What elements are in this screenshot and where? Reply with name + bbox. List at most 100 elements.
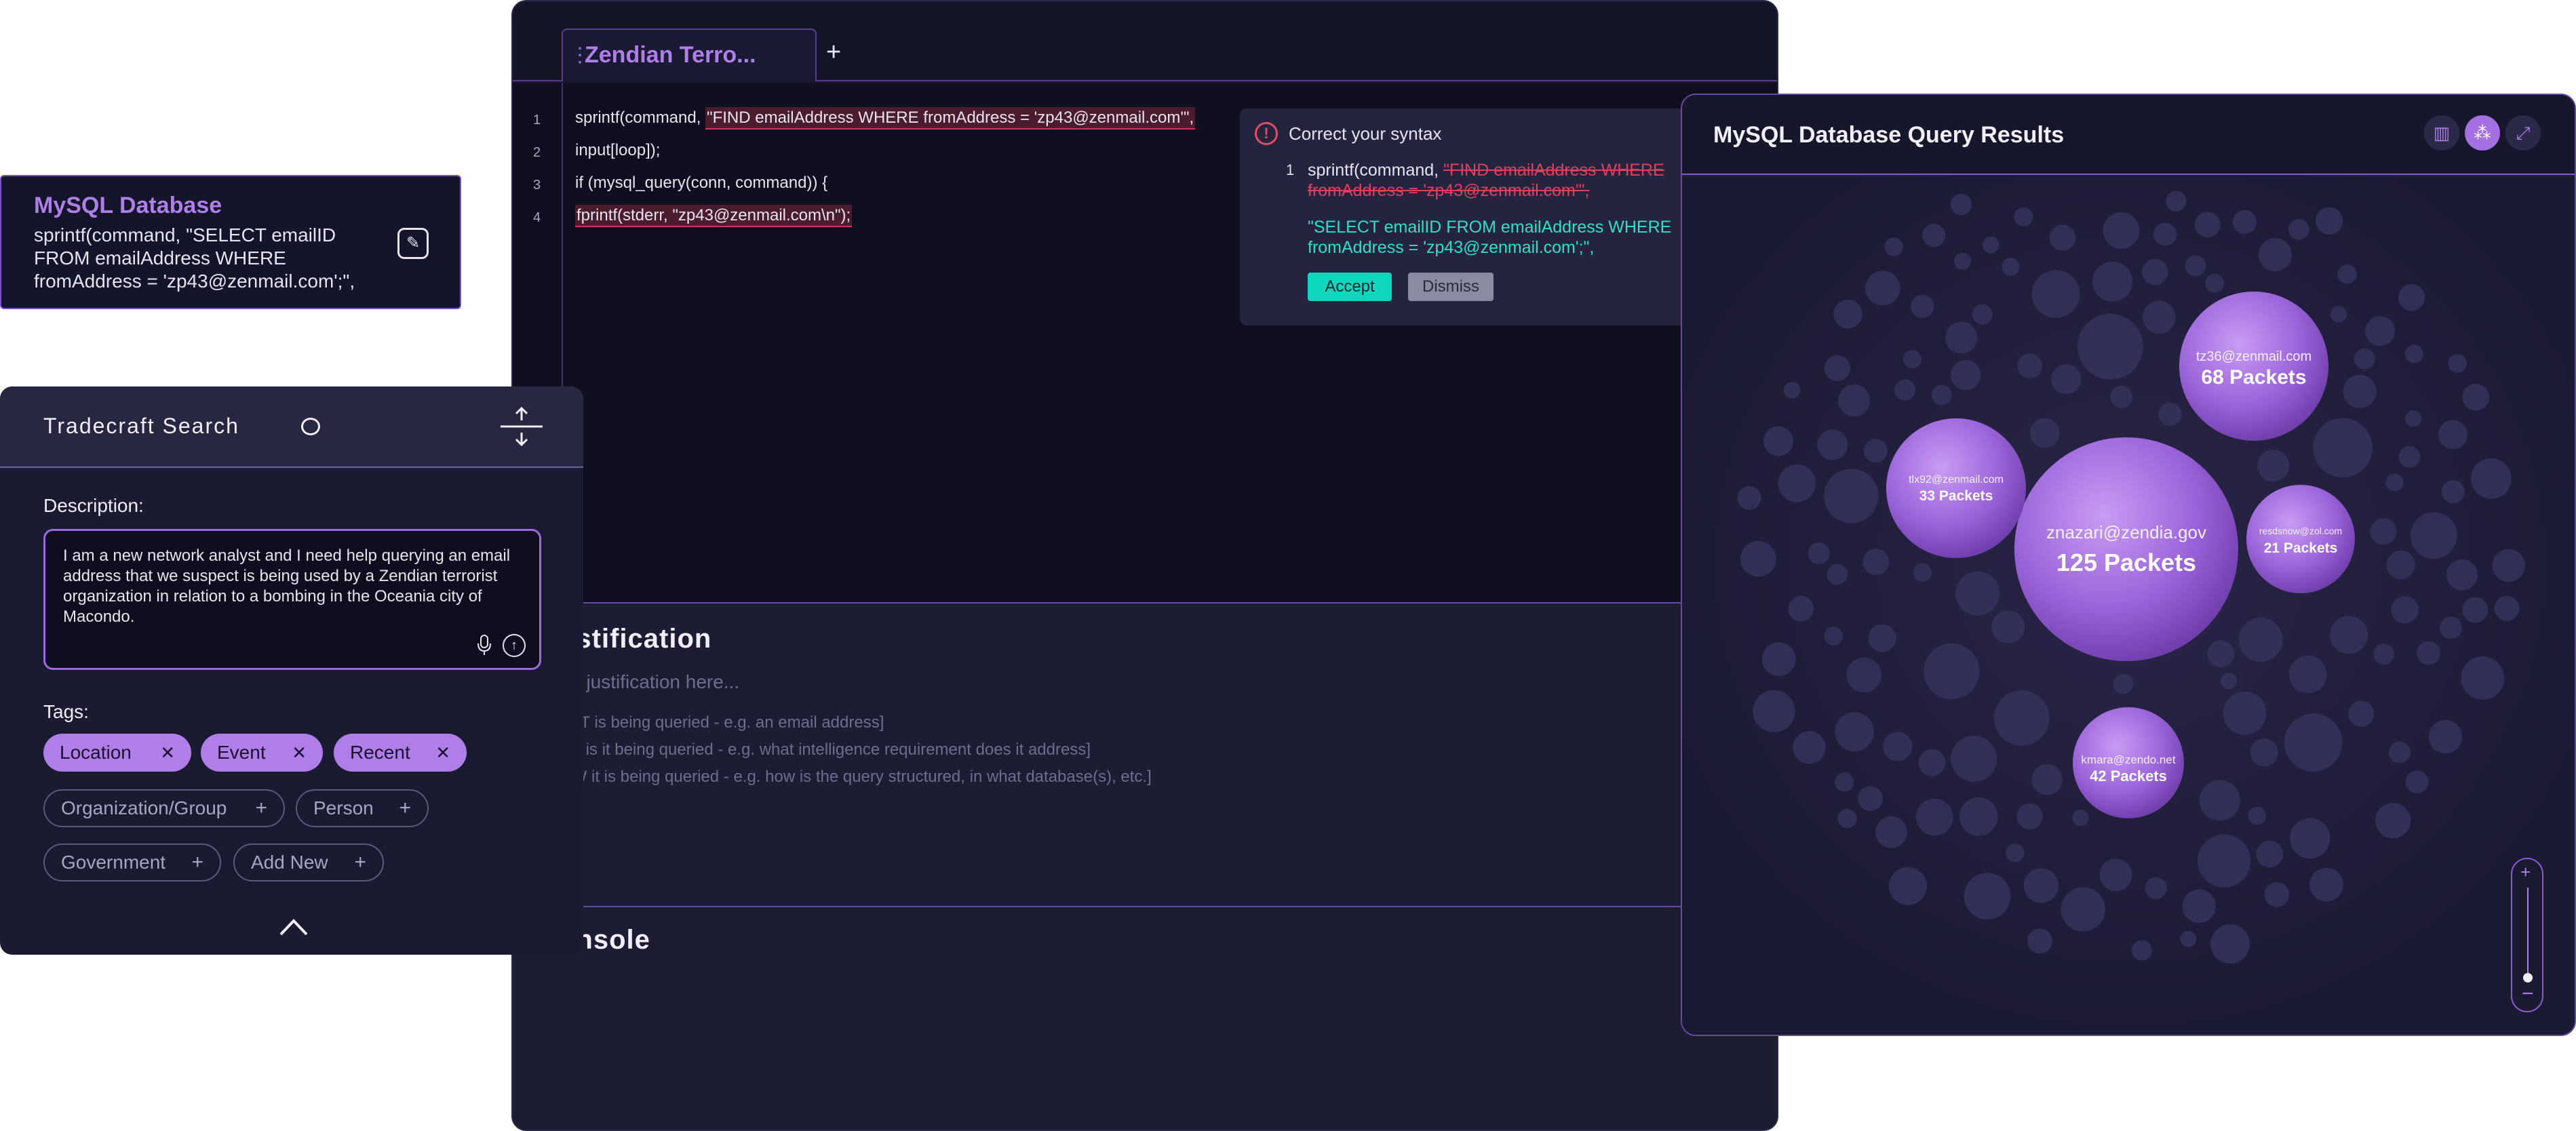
- background-bubble: [2023, 868, 2059, 903]
- collapse-icon[interactable]: [501, 407, 543, 446]
- chevron-up-icon[interactable]: [278, 917, 309, 937]
- background-bubble: [2185, 255, 2206, 277]
- background-bubble: [1884, 237, 1903, 256]
- remove-tag-icon[interactable]: ✕: [435, 734, 450, 772]
- background-bubble: [2348, 700, 2375, 727]
- background-bubble: [2448, 354, 2467, 373]
- background-bubble: [1778, 464, 1816, 502]
- bubble-packets: 68 Packets: [2201, 366, 2306, 389]
- background-bubble: [2031, 270, 2080, 319]
- bubble-kmara[interactable]: kmara@zendo.net 42 Packets: [2073, 707, 2184, 818]
- background-bubble: [2398, 284, 2425, 311]
- background-bubble: [2027, 928, 2052, 954]
- tag-label: Government: [61, 852, 166, 873]
- background-bubble: [2256, 840, 2284, 868]
- expand-icon[interactable]: ⤢: [2505, 115, 2541, 151]
- background-bubble: [2417, 641, 2440, 665]
- suggested-tag-organization[interactable]: Organization/Group +: [43, 789, 285, 827]
- background-bubble: [1902, 350, 1921, 369]
- description-textarea[interactable]: I am a new network analyst and I need he…: [43, 529, 541, 670]
- suggested-tag-person[interactable]: Person +: [296, 789, 429, 827]
- background-bubble: [2198, 834, 2251, 888]
- results-title: MySQL Database Query Results: [1713, 122, 2065, 148]
- zoom-slider[interactable]: + −: [2511, 858, 2543, 1012]
- background-bubble: [1883, 732, 1913, 761]
- background-bubble: [1737, 485, 1761, 510]
- bubble-znazari[interactable]: znazari@zendia.gov 125 Packets: [2014, 437, 2238, 661]
- bubble-chart[interactable]: znazari@zendia.gov 125 Packets tz36@zenm…: [1682, 176, 2576, 1036]
- background-bubble: [2264, 882, 2290, 907]
- mysql-database-card[interactable]: MySQL Database sprintf(command, "SELECT …: [0, 175, 461, 309]
- background-bubble: [1868, 624, 1896, 652]
- background-bubble: [2166, 191, 2187, 212]
- tab-zendian-terro[interactable]: ⋮ Zendian Terro...: [562, 28, 817, 81]
- zoom-out-button[interactable]: −: [2522, 983, 2534, 1006]
- edit-icon[interactable]: ✎: [397, 228, 429, 259]
- background-bubble: [2182, 889, 2217, 924]
- background-bubble: [1913, 563, 1932, 582]
- background-bubble: [1945, 321, 1978, 354]
- background-bubble: [2153, 222, 2177, 246]
- background-bubble: [2141, 258, 2168, 285]
- bubble-resdsnow[interactable]: resdsnow@zol.com 21 Packets: [2246, 485, 2355, 593]
- background-bubble: [1824, 355, 1851, 382]
- bubble-email: resdsnow@zol.com: [2259, 525, 2342, 536]
- bubble-tz36[interactable]: tz36@zenmail.com 68 Packets: [2179, 292, 2328, 441]
- code-line-3[interactable]: if (mysql_query(conn, command)) {: [575, 174, 827, 193]
- syntax-error-highlight[interactable]: "FIND emailAddress WHERE fromAddress = '…: [705, 107, 1196, 130]
- send-icon[interactable]: ↑: [503, 634, 526, 657]
- tag-event[interactable]: Event ✕: [201, 734, 323, 772]
- suggested-tag-government[interactable]: Government +: [43, 844, 221, 881]
- add-new-tag-button[interactable]: Add New +: [233, 844, 384, 881]
- syntax-error-highlight[interactable]: fprintf(stderr, "zp43@zenmail.com\n");: [575, 205, 853, 227]
- bubble-chart-icon[interactable]: ⁂: [2465, 115, 2500, 151]
- tradecraft-search-panel: Tradecraft Search Description: I am a ne…: [0, 386, 583, 955]
- remove-tag-icon[interactable]: ✕: [160, 734, 175, 772]
- background-bubble: [1846, 657, 1881, 693]
- background-bubble: [2199, 780, 2240, 821]
- background-bubble: [2031, 764, 2063, 795]
- background-bubble: [2110, 385, 2133, 408]
- accept-button[interactable]: Accept: [1308, 273, 1392, 301]
- background-bubble: [2330, 616, 2368, 654]
- add-tag-icon: +: [354, 851, 366, 873]
- tag-recent[interactable]: Recent ✕: [334, 734, 467, 772]
- bubble-email: kmara@zendo.net: [2081, 753, 2175, 766]
- tag-location[interactable]: Location ✕: [43, 734, 191, 772]
- background-bubble: [2145, 877, 2167, 899]
- background-bubble: [2284, 713, 2343, 772]
- tag-label: Add New: [251, 852, 328, 873]
- code-line-1[interactable]: sprintf(command, "FIND emailAddress WHER…: [575, 107, 1196, 130]
- background-bubble: [2232, 210, 2257, 234]
- background-bubble: [2259, 238, 2292, 272]
- add-tab-button[interactable]: +: [826, 38, 841, 67]
- code-line-2[interactable]: input[loop]);: [575, 141, 660, 160]
- tab-label: Zendian Terro...: [585, 42, 756, 68]
- background-bubble: [2462, 597, 2489, 623]
- background-bubble: [2404, 344, 2423, 363]
- background-bubble: [1835, 712, 1875, 752]
- background-bubble: [2194, 212, 2221, 238]
- justification-input[interactable]: ter justification here...: [559, 671, 739, 693]
- background-bubble: [2405, 410, 2422, 427]
- dismiss-button[interactable]: Dismiss: [1408, 273, 1494, 301]
- background-bubble: [2017, 353, 2042, 378]
- background-bubble: [2428, 719, 2463, 754]
- background-bubble: [1862, 549, 1890, 576]
- zoom-track[interactable]: [2527, 888, 2529, 980]
- background-bubble: [2309, 867, 2343, 902]
- bar-chart-icon[interactable]: ▥: [2424, 115, 2459, 151]
- justification-hint: HAT is being queried - e.g. an email add…: [559, 713, 884, 732]
- bubble-tlx92[interactable]: tlx92@zenmail.com 33 Packets: [1886, 418, 2026, 558]
- background-bubble: [1888, 867, 1928, 905]
- background-bubble: [2061, 887, 2105, 932]
- remove-tag-icon[interactable]: ✕: [292, 734, 307, 772]
- microphone-icon[interactable]: [477, 634, 492, 656]
- background-bubble: [1761, 642, 1796, 676]
- code-text: if (mysql_query(conn, command)) {: [575, 174, 828, 192]
- zoom-handle[interactable]: [2523, 973, 2533, 983]
- background-bubble: [2354, 348, 2375, 370]
- code-line-4[interactable]: fprintf(stderr, "zp43@zenmail.com\n");: [575, 205, 853, 227]
- zoom-in-button[interactable]: +: [2520, 862, 2531, 883]
- background-bubble: [1932, 384, 1952, 405]
